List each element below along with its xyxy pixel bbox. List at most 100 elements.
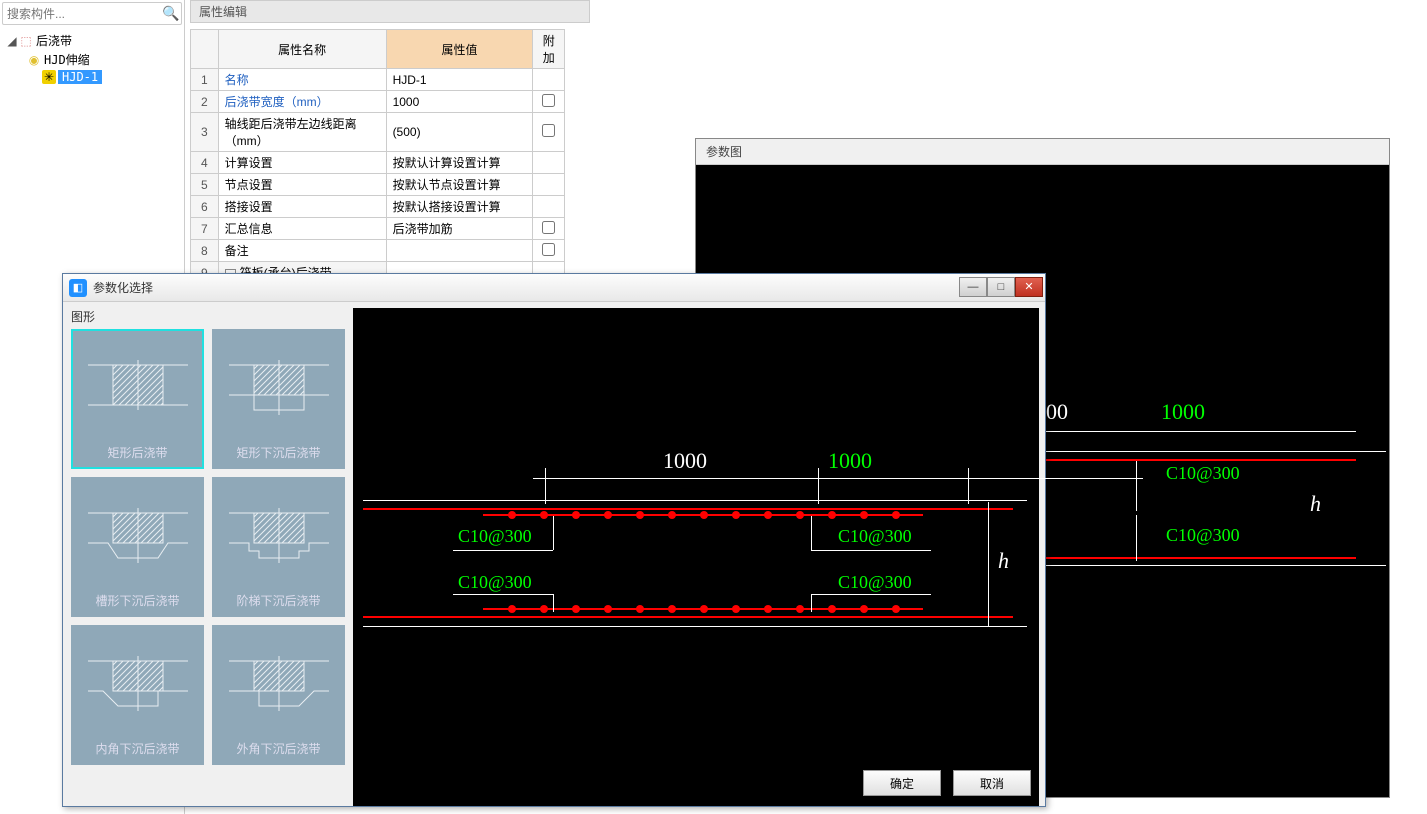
prop-attach — [533, 174, 565, 196]
property-row[interactable]: 7汇总信息后浇带加筋 — [191, 218, 565, 240]
rebar-label: C10@300 — [458, 572, 532, 593]
dialog-title: 参数化选择 — [93, 279, 959, 296]
rebar-line — [363, 616, 1013, 618]
prop-value[interactable]: 后浇带加筋 — [386, 218, 533, 240]
prop-value[interactable]: 按默认搭接设置计算 — [386, 196, 533, 218]
shape-thumb — [73, 479, 202, 586]
leader-line — [453, 550, 553, 551]
h-label: h — [1310, 491, 1321, 517]
prop-value[interactable]: 按默认节点设置计算 — [386, 174, 533, 196]
tree-root[interactable]: ◢ ⬚ 后浇带 — [6, 31, 184, 50]
edge-line — [363, 500, 1027, 501]
edge-line — [1046, 451, 1386, 452]
prop-name: 节点设置 — [218, 174, 386, 196]
rebar-dot — [828, 605, 836, 613]
shape-tile[interactable]: 外角下沉后浇带 — [212, 625, 345, 765]
rebar-dot — [540, 605, 548, 613]
rebar-dot — [604, 511, 612, 519]
dim-label: 1000 — [828, 448, 872, 474]
rebar-label: C10@300 — [1166, 463, 1240, 484]
tree-label: 后浇带 — [36, 32, 72, 49]
shape-tile[interactable]: 阶梯下沉后浇带 — [212, 477, 345, 617]
property-row[interactable]: 3轴线距后浇带左边线距离（mm）(500) — [191, 113, 565, 152]
dialog-buttons: 确定 取消 — [863, 770, 1031, 796]
col-attach: 附加 — [533, 30, 565, 69]
attach-checkbox[interactable] — [542, 243, 555, 256]
shape-thumb — [214, 331, 343, 438]
prop-name: 名称 — [218, 69, 386, 91]
attach-checkbox[interactable] — [542, 221, 555, 234]
prop-attach — [533, 240, 565, 262]
shape-caption: 槽形下沉后浇带 — [95, 586, 179, 615]
rebar-dot — [892, 605, 900, 613]
dim-label: 1000 — [663, 448, 707, 474]
attach-checkbox[interactable] — [542, 94, 555, 107]
collapse-icon[interactable]: ◢ — [6, 34, 18, 48]
component-icon: ✳ — [42, 70, 56, 84]
row-number: 5 — [191, 174, 219, 196]
rebar-dot — [764, 605, 772, 613]
dim-line — [1046, 431, 1356, 432]
row-number: 1 — [191, 69, 219, 91]
shape-tile[interactable]: 槽形下沉后浇带 — [71, 477, 204, 617]
leader-line — [553, 594, 554, 612]
rebar-dot — [572, 511, 580, 519]
tick-line — [545, 468, 546, 504]
col-rownum — [191, 30, 219, 69]
attach-checkbox[interactable] — [542, 124, 555, 137]
minimize-button[interactable]: — — [959, 277, 987, 297]
rebar-dot — [572, 605, 580, 613]
prop-value[interactable] — [386, 240, 533, 262]
dialog-titlebar[interactable]: ◧ 参数化选择 — □ ✕ — [63, 274, 1045, 302]
prop-value[interactable]: 按默认计算设置计算 — [386, 152, 533, 174]
close-button[interactable]: ✕ — [1015, 277, 1043, 297]
search-input[interactable] — [7, 7, 162, 21]
maximize-button[interactable]: □ — [987, 277, 1015, 297]
property-row[interactable]: 4计算设置按默认计算设置计算 — [191, 152, 565, 174]
preview-canvas: 1000 1000 C10@300 C10@300 C10@300 C10@30… — [353, 308, 1039, 806]
component-icon: ⬚ — [18, 33, 34, 49]
param-panel-title: 参数图 — [696, 139, 1389, 165]
shape-tile[interactable]: 矩形后浇带 — [71, 329, 204, 469]
rebar-dot — [700, 605, 708, 613]
property-row[interactable]: 8备注 — [191, 240, 565, 262]
tree-grandchild[interactable]: ✳ HJD-1 — [6, 69, 184, 85]
search-icon[interactable]: 🔍 — [162, 5, 179, 22]
rebar-dot — [732, 511, 740, 519]
h-label: h — [998, 548, 1009, 574]
property-row[interactable]: 5节点设置按默认节点设置计算 — [191, 174, 565, 196]
rebar-dot — [636, 605, 644, 613]
rebar-dot — [508, 605, 516, 613]
dim-label: 00 — [1046, 399, 1068, 425]
edge-line — [1046, 565, 1386, 566]
tick-line — [968, 468, 969, 504]
prop-attach — [533, 196, 565, 218]
property-row[interactable]: 2后浇带宽度（mm）1000 — [191, 91, 565, 113]
dim-label: 1000 — [1161, 399, 1205, 425]
rebar-label: C10@300 — [838, 526, 912, 547]
property-row[interactable]: 1名称HJD-1 — [191, 69, 565, 91]
shape-tile[interactable]: 内角下沉后浇带 — [71, 625, 204, 765]
shape-tile[interactable]: 矩形下沉后浇带 — [212, 329, 345, 469]
col-name: 属性名称 — [218, 30, 386, 69]
ok-button[interactable]: 确定 — [863, 770, 941, 796]
rebar-dot — [732, 605, 740, 613]
leader-line — [553, 516, 554, 550]
property-row[interactable]: 6搭接设置按默认搭接设置计算 — [191, 196, 565, 218]
shape-caption: 内角下沉后浇带 — [95, 734, 179, 763]
prop-value[interactable]: HJD-1 — [386, 69, 533, 91]
tree-child[interactable]: ◉ HJD伸缩 — [6, 50, 184, 69]
cancel-button[interactable]: 取消 — [953, 770, 1031, 796]
prop-value[interactable]: (500) — [386, 113, 533, 152]
rebar-dot — [668, 605, 676, 613]
rebar-dot — [668, 511, 676, 519]
window-buttons: — □ ✕ — [959, 279, 1045, 297]
rebar-dot — [860, 605, 868, 613]
rebar-dot — [828, 511, 836, 519]
shape-caption: 外角下沉后浇带 — [236, 734, 320, 763]
prop-value[interactable]: 1000 — [386, 91, 533, 113]
rebar-dot — [604, 605, 612, 613]
leader-line — [811, 550, 931, 551]
leader-line — [811, 516, 812, 550]
edge-line — [363, 626, 1027, 627]
